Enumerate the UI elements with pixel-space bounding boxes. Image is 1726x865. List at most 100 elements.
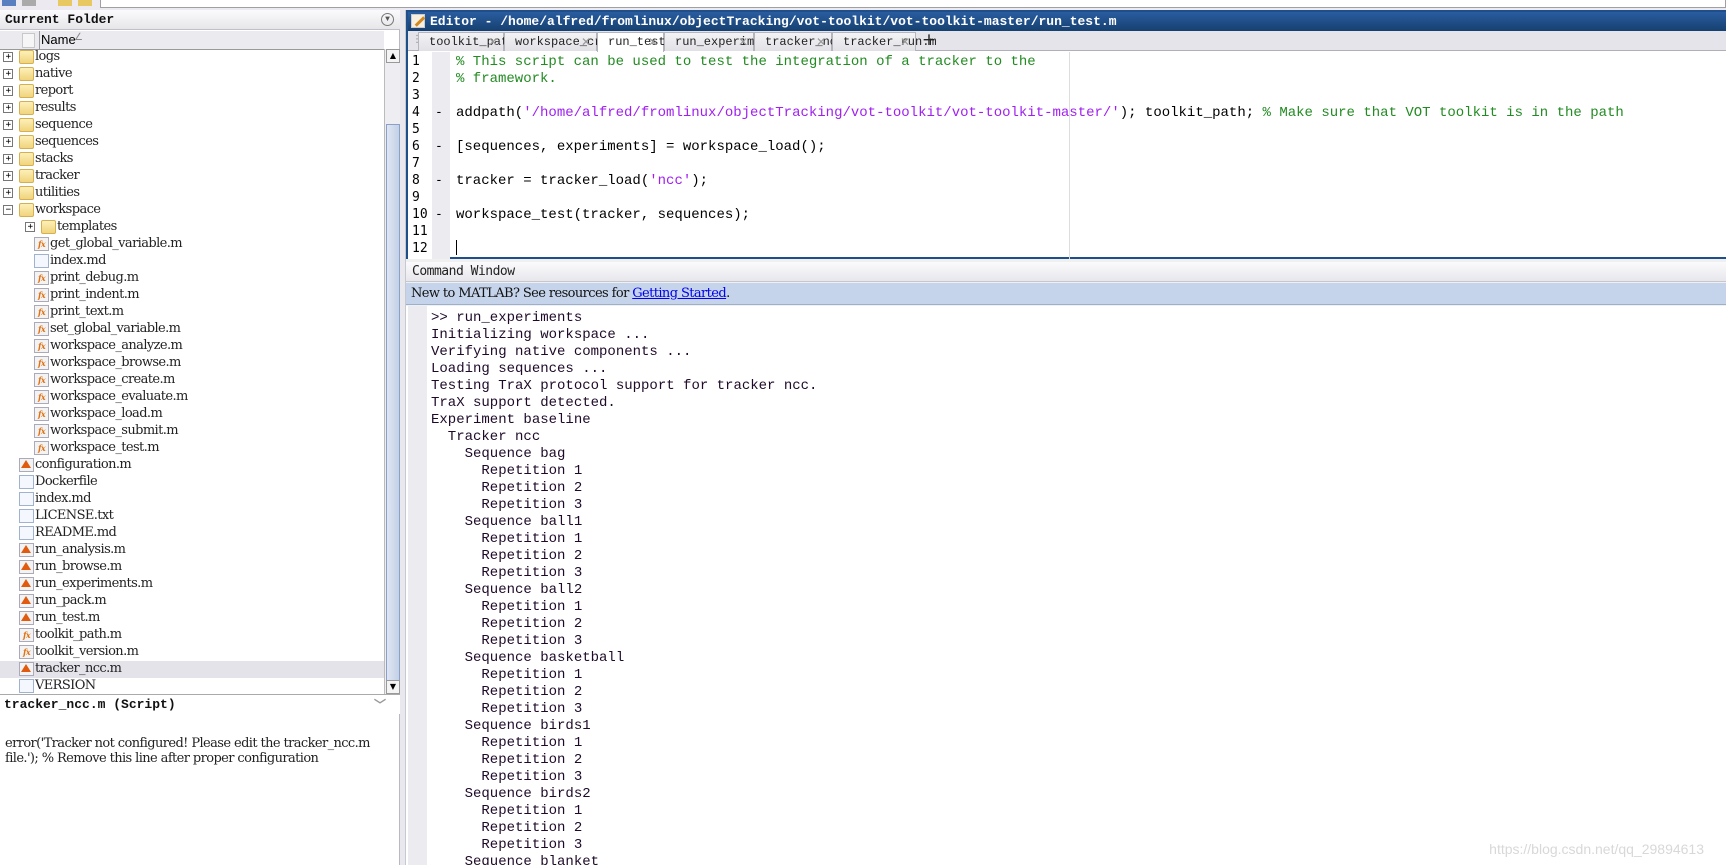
file-tree-item[interactable]: + stacks <box>0 151 384 168</box>
file-tree-item[interactable]: run_browse.m <box>0 559 384 576</box>
scroll-down-button[interactable]: ▼ <box>386 680 400 694</box>
file-name: LICENSE.txt <box>35 508 114 523</box>
file-tree-item[interactable]: fx get_global_variable.m <box>0 236 384 253</box>
executable-line-marker[interactable]: - <box>435 105 443 120</box>
file-tree-item[interactable]: + native <box>0 66 384 83</box>
new-tab-button[interactable]: + <box>918 31 940 50</box>
file-tree-item[interactable]: fx workspace_load.m <box>0 406 384 423</box>
file-tree-item[interactable]: fx workspace_create.m <box>0 372 384 389</box>
file-tree-item[interactable]: fx toolkit_version.m <box>0 644 384 661</box>
tab-toolkit_path-m[interactable]: toolkit_path.m ✕ <box>418 32 530 51</box>
file-tree-item[interactable]: fx set_global_variable.m <box>0 321 384 338</box>
file-tree-item[interactable]: fx workspace_submit.m <box>0 423 384 440</box>
details-header[interactable]: tracker_ncc.m (Script) ﹀ <box>0 694 400 714</box>
file-tree-item[interactable]: + templates <box>0 219 384 236</box>
executable-line-marker[interactable]: - <box>435 139 443 154</box>
file-tree-item[interactable]: tracker_ncc.m <box>0 661 384 678</box>
file-tree-item[interactable]: index.md <box>0 491 384 508</box>
chevron-down-icon[interactable]: ﹀ <box>374 696 386 713</box>
code-line[interactable]: 5 <box>408 122 1708 139</box>
name-column-header[interactable]: Name ∠ <box>0 31 384 50</box>
tab-run_test-m[interactable]: run_test.m ✕ <box>597 32 680 52</box>
file-tree-scrollbar[interactable]: ▲ ▼ <box>384 49 400 694</box>
file-name: print_text.m <box>50 304 124 319</box>
scroll-thumb[interactable] <box>386 124 400 684</box>
file-tree-item[interactable]: run_pack.m <box>0 593 384 610</box>
forward-icon[interactable] <box>22 0 36 6</box>
expand-icon[interactable]: + <box>3 154 13 164</box>
code-line[interactable]: 9 <box>408 190 1708 207</box>
file-tree-item[interactable]: − workspace <box>0 202 384 219</box>
getting-started-link[interactable]: Getting Started <box>632 286 726 301</box>
code-line[interactable]: 12 <box>408 240 1708 258</box>
file-tree-item[interactable]: + sequences <box>0 134 384 151</box>
file-tree-item[interactable]: fx workspace_test.m <box>0 440 384 457</box>
file-tree-item[interactable]: VERSION <box>0 678 384 694</box>
panel-actions-icon[interactable]: ▼ <box>381 13 394 26</box>
line-number: 11 <box>412 224 428 239</box>
code-line[interactable]: 1 % This script can be used to test the i… <box>408 54 1708 71</box>
file-tree-item[interactable]: run_test.m <box>0 610 384 627</box>
close-tab-icon[interactable]: ✕ <box>738 35 748 49</box>
file-tree-item[interactable]: run_experiments.m <box>0 576 384 593</box>
close-tab-icon[interactable]: ✕ <box>648 35 658 49</box>
tab-workspace_create-m[interactable]: workspace_create.m ✕ <box>504 32 645 51</box>
file-tree-item[interactable]: index.md <box>0 253 384 270</box>
code-line[interactable]: 10- workspace_test(tracker, sequences); <box>408 207 1708 224</box>
code-line[interactable]: 7 <box>408 156 1708 173</box>
up-folder-icon[interactable] <box>58 0 72 6</box>
file-tree-item[interactable]: fx workspace_evaluate.m <box>0 389 384 406</box>
expand-icon[interactable]: + <box>3 103 13 113</box>
file-tree-item[interactable]: README.md <box>0 525 384 542</box>
file-tree-item[interactable]: + tracker <box>0 168 384 185</box>
code-line[interactable]: 6- [sequences, experiments] = workspace_l… <box>408 139 1708 156</box>
expand-icon[interactable]: + <box>3 137 13 147</box>
code-line[interactable]: 3 <box>408 88 1708 105</box>
file-tree-item[interactable]: + results <box>0 100 384 117</box>
file-tree-item[interactable]: LICENSE.txt <box>0 508 384 525</box>
executable-line-marker[interactable]: - <box>435 207 443 222</box>
scroll-up-button[interactable]: ▲ <box>386 49 400 63</box>
close-tab-icon[interactable]: ✕ <box>816 35 826 49</box>
code-line[interactable]: 4- addpath('/home/alfred/fromlinux/object… <box>408 105 1708 122</box>
function-file-icon: fx <box>34 322 49 336</box>
code-line[interactable]: 2 % framework. <box>408 71 1708 88</box>
code-line[interactable]: 11 <box>408 224 1708 241</box>
file-tree-item[interactable]: fx print_debug.m <box>0 270 384 287</box>
file-tree-item[interactable]: + utilities <box>0 185 384 202</box>
command-window[interactable]: >> run_experiments Initializing workspace… <box>406 306 1726 865</box>
file-tree-item[interactable]: configuration.m <box>0 457 384 474</box>
close-tab-icon[interactable]: ✕ <box>581 35 591 49</box>
executable-line-marker[interactable]: - <box>435 173 443 188</box>
file-name: configuration.m <box>35 457 132 472</box>
code-text: [sequences, experiments] = workspace_loa… <box>456 139 826 155</box>
expand-icon[interactable]: + <box>3 120 13 130</box>
file-tree-item[interactable]: + logs <box>0 49 384 66</box>
back-icon[interactable] <box>2 0 16 6</box>
file-tree-item[interactable]: fx workspace_analyze.m <box>0 338 384 355</box>
file-tree-item[interactable]: fx print_indent.m <box>0 287 384 304</box>
expand-icon[interactable]: + <box>3 171 13 181</box>
file-tree-item[interactable]: + report <box>0 83 384 100</box>
expand-icon[interactable]: + <box>3 86 13 96</box>
address-bar[interactable] <box>100 0 1726 8</box>
tab-run_experiments-m[interactable]: run_experiments.m ✕ <box>664 32 797 51</box>
browse-folder-icon[interactable] <box>78 0 92 6</box>
close-tab-icon[interactable]: ✕ <box>900 35 910 49</box>
file-tree-item[interactable]: run_analysis.m <box>0 542 384 559</box>
file-tree-item[interactable]: fx toolkit_path.m <box>0 627 384 644</box>
collapse-icon[interactable]: − <box>3 205 13 215</box>
tab-tracker_ncc-m[interactable]: tracker_ncc.m ✕ <box>754 32 859 51</box>
expand-icon[interactable]: + <box>3 52 13 62</box>
code-line[interactable]: 8- tracker = tracker_load('ncc'); <box>408 173 1708 190</box>
close-tab-icon[interactable]: ✕ <box>488 35 498 49</box>
expand-icon[interactable]: + <box>25 222 35 232</box>
file-tree-item[interactable]: fx workspace_browse.m <box>0 355 384 372</box>
file-tree-item[interactable]: + sequence <box>0 117 384 134</box>
expand-icon[interactable]: + <box>3 188 13 198</box>
file-tree-item[interactable]: fx print_text.m <box>0 304 384 321</box>
file-tree-item[interactable]: Dockerfile <box>0 474 384 491</box>
expand-icon[interactable]: + <box>3 69 13 79</box>
code-area[interactable]: 1 % This script can be used to test the i… <box>408 52 1726 259</box>
tab-tracker_run-m[interactable]: tracker_run.m ✕ <box>832 32 937 51</box>
